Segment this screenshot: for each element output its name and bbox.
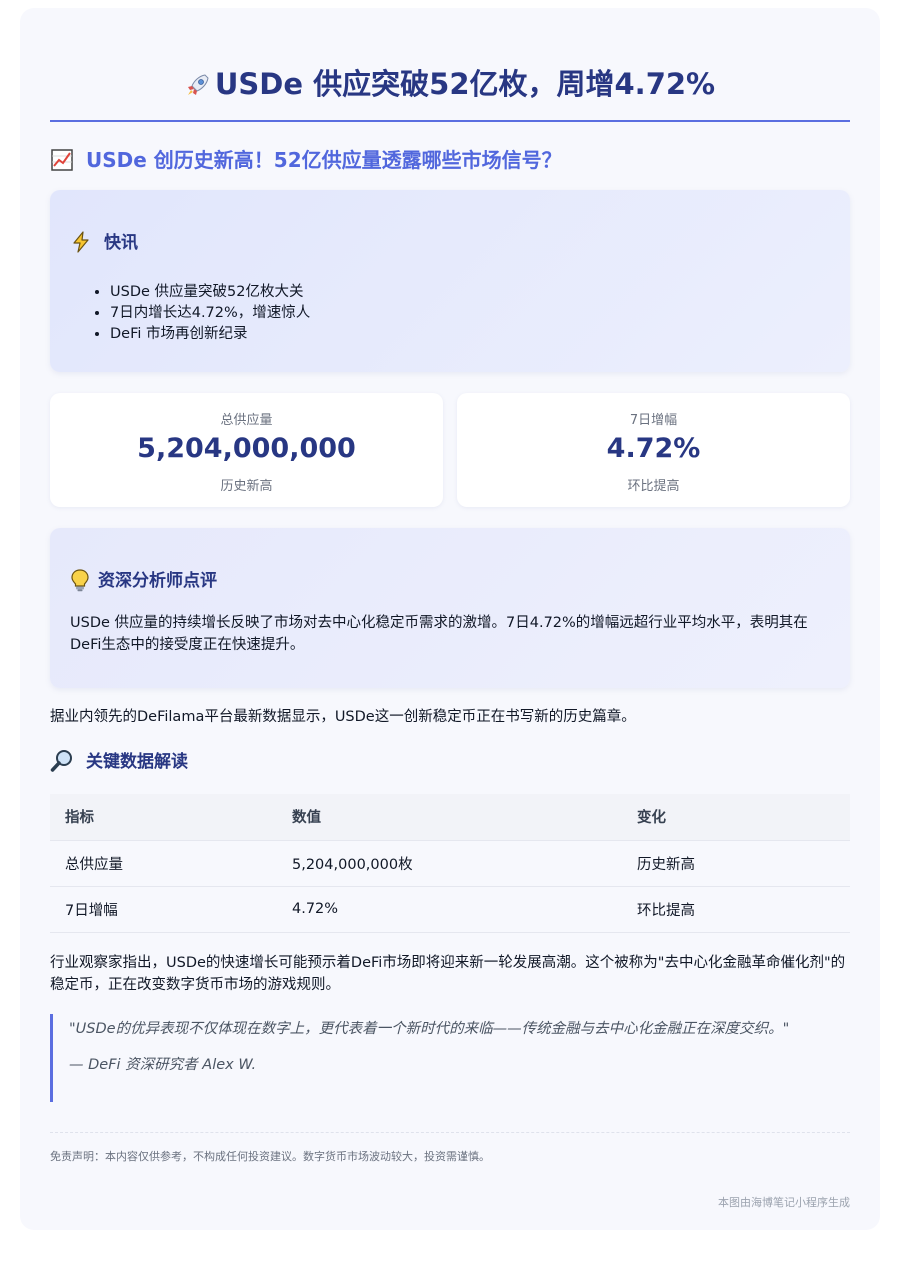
stat-card-7d-growth: 7日增幅 4.72% 环比提高 — [457, 393, 850, 507]
lightbulb-icon — [71, 569, 89, 592]
divider — [50, 1132, 850, 1133]
table-cell: 总供应量 — [50, 840, 277, 887]
table-cell: 7日增幅 — [50, 886, 277, 933]
analyst-comment-text: USDe 供应量的持续增长反映了市场对去中心化稳定币需求的激增。7日4.72%的… — [70, 615, 808, 653]
key-data-title: 关键数据解读 — [50, 744, 850, 780]
stat-value: 5,204,000,000 — [137, 433, 356, 464]
footer-credit: 本图由海博笔记小程序生成 — [718, 1196, 850, 1209]
disclaimer: 免责声明：本内容仅供参考，不构成任何投资建议。数字货币市场波动较大，投资需谨慎。 — [50, 1150, 490, 1163]
page-title-text: USDe 供应突破52亿枚，周增4.72% — [214, 67, 716, 101]
article-subtitle: USDe 创历史新高！52亿供应量透露哪些市场信号？ — [50, 140, 850, 180]
stat-note: 环比提高 — [627, 479, 680, 494]
analyst-comment-box: 资深分析师点评 USDe 供应量的持续增长反映了市场对去中心化稳定币需求的激增。… — [50, 528, 850, 688]
stat-value: 4.72% — [606, 433, 701, 464]
table-header: 变化 — [622, 794, 850, 841]
analyst-comment-title-text: 资深分析师点评 — [98, 571, 217, 591]
expert-quote: "USDe的优异表现不仅体现在数字上，更代表着一个新时代的来临——传统金融与去中… — [50, 1014, 850, 1102]
table-cell: 历史新高 — [622, 840, 850, 887]
quote-text: "USDe的优异表现不仅体现在数字上，更代表着一个新时代的来临——传统金融与去中… — [69, 1021, 790, 1037]
table-header: 数值 — [277, 794, 622, 841]
list-item: DeFi 市场再创新纪录 — [110, 324, 310, 345]
body-paragraph: 据业内领先的DeFilama平台最新数据显示，USDe这一创新稳定币正在书写新的… — [50, 709, 636, 725]
body-paragraph: 行业观察家指出，USDe的快速增长可能预示着DeFi市场即将迎来新一轮发展高潮。… — [50, 955, 846, 993]
flash-news-list: USDe 供应量突破52亿枚大关 7日内增长达4.72%，增速惊人 DeFi 市… — [110, 282, 310, 345]
key-data-table: 指标 数值 变化 总供应量 5,204,000,000枚 历史新高 7日增幅 4… — [50, 794, 850, 933]
analyst-comment-title: 资深分析师点评 — [70, 568, 217, 594]
chart-increasing-icon — [51, 149, 73, 171]
lightning-icon — [73, 231, 89, 253]
table-cell: 5,204,000,000枚 — [277, 840, 622, 887]
key-data-title-text: 关键数据解读 — [86, 752, 188, 772]
article-card: USDe 供应突破52亿枚，周增4.72% USDe 创历史新高！52亿供应量透… — [20, 8, 880, 1230]
stat-label: 总供应量 — [220, 413, 273, 428]
table-cell: 环比提高 — [622, 886, 850, 933]
table-cell: 4.72% — [277, 886, 622, 933]
article-subtitle-text: USDe 创历史新高！52亿供应量透露哪些市场信号？ — [86, 148, 562, 172]
table-header-row: 指标 数值 变化 — [50, 794, 850, 841]
table-row: 总供应量 5,204,000,000枚 历史新高 — [50, 840, 850, 887]
flash-news-title-text: 快讯 — [104, 233, 138, 253]
stat-note: 历史新高 — [220, 479, 273, 494]
table-row: 7日增幅 4.72% 环比提高 — [50, 886, 850, 933]
list-item: USDe 供应量突破52亿枚大关 — [110, 282, 310, 303]
stat-card-total-supply: 总供应量 5,204,000,000 历史新高 — [50, 393, 443, 507]
rocket-icon — [187, 74, 209, 95]
stat-label: 7日增幅 — [629, 413, 678, 428]
page-title: USDe 供应突破52亿枚，周增4.72% — [50, 56, 850, 122]
flash-news-title: 快讯 — [70, 230, 138, 256]
flash-news-box: 快讯 USDe 供应量突破52亿枚大关 7日内增长达4.72%，增速惊人 DeF… — [50, 190, 850, 372]
magnifier-icon — [50, 750, 72, 772]
list-item: 7日内增长达4.72%，增速惊人 — [110, 303, 310, 324]
table-header: 指标 — [50, 794, 277, 841]
quote-author: — DeFi 资深研究者 Alex W. — [69, 1057, 257, 1073]
